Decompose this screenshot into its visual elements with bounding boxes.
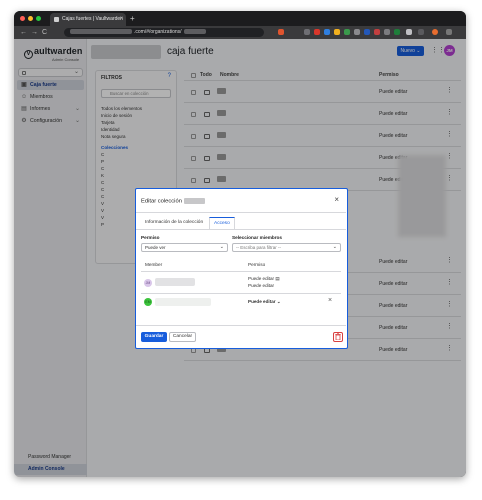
dialog-title-text: Editar colección — [141, 198, 182, 205]
minimize-window-button[interactable] — [28, 16, 33, 21]
info-icon: ▤ — [275, 276, 280, 281]
extension-icon[interactable] — [364, 29, 370, 35]
extension-icon[interactable] — [406, 29, 412, 35]
close-icon[interactable]: × — [334, 195, 339, 204]
tab-collection-info[interactable]: Información de la colección — [141, 217, 207, 229]
close-window-button[interactable] — [20, 16, 25, 21]
profile-avatar[interactable] — [432, 29, 438, 35]
browser-tab[interactable]: Cajas fuertes | Vaultwarden × — [50, 13, 126, 26]
extension-icon[interactable] — [374, 29, 380, 35]
column-member: Member — [145, 262, 163, 267]
column-permission: Permiso — [248, 262, 266, 267]
reload-icon[interactable]: C — [42, 28, 47, 37]
address-bar-url: .com/#/organizations/ — [134, 29, 182, 35]
delete-icon[interactable] — [333, 332, 343, 342]
member-row: JM Puede editar ▤ Puede editar — [141, 272, 341, 294]
new-tab-button[interactable]: + — [130, 13, 135, 24]
forward-icon[interactable]: → — [31, 28, 38, 37]
avatar: JM — [144, 279, 152, 287]
extension-icon[interactable] — [278, 29, 284, 35]
member-name-redacted — [155, 298, 211, 306]
browser-menu-icon[interactable] — [446, 29, 452, 35]
edit-collection-dialog: Editar colección × Información de la col… — [135, 188, 348, 349]
permission-select-value: Puede ver — [145, 245, 166, 250]
chevron-down-icon: ⌄ — [276, 299, 281, 304]
extension-icon[interactable] — [304, 29, 310, 35]
dialog-title: Editar colección — [141, 198, 205, 205]
member-permission-secondary: Puede editar — [248, 283, 275, 288]
chevron-down-icon: ⌄ — [219, 244, 224, 250]
url-redacted — [183, 29, 206, 35]
permission-select[interactable]: Puede ver ⌄ — [141, 243, 228, 252]
cancel-button[interactable]: Cancelar — [169, 332, 196, 342]
member-permission-text: Puede editar — [248, 276, 275, 281]
browser-toolbar: ← → C .com/#/organizations/ — [14, 26, 466, 39]
back-icon[interactable]: ← — [20, 28, 27, 37]
member-filter-input[interactable]: -- Escriba para filtrar -- ⌄ — [232, 243, 341, 252]
member-filter-placeholder: -- Escriba para filtrar -- — [236, 245, 282, 250]
trash-icon — [335, 333, 341, 341]
extension-icon[interactable] — [344, 29, 350, 35]
avatar: EM — [144, 298, 152, 306]
divider — [136, 229, 346, 230]
divider — [136, 325, 346, 326]
member-row: EM Puede editar ⌄ × — [141, 294, 341, 310]
extension-icon[interactable] — [314, 29, 320, 35]
vaultwarden-favicon-icon — [54, 17, 59, 22]
member-permission-dropdown[interactable]: Puede editar ⌄ — [248, 299, 281, 305]
member-permission: Puede editar ▤ — [248, 276, 280, 282]
extension-icon[interactable] — [354, 29, 360, 35]
select-members-label: Seleccionar miembros — [232, 235, 283, 240]
extension-icon[interactable] — [324, 29, 330, 35]
browser-window: Cajas fuertes | Vaultwarden × + ← → C .c… — [14, 11, 466, 477]
collection-name-redacted — [183, 198, 205, 204]
member-name-redacted — [155, 278, 195, 286]
address-bar[interactable]: .com/#/organizations/ — [64, 28, 264, 37]
browser-tab-bar: Cajas fuertes | Vaultwarden × + — [14, 11, 466, 26]
permission-label: Permiso — [141, 235, 160, 240]
maximize-window-button[interactable] — [36, 16, 41, 21]
extension-icon[interactable] — [384, 29, 390, 35]
url-redacted — [70, 29, 132, 35]
extension-icon[interactable] — [418, 29, 424, 35]
save-button[interactable]: Guardar — [141, 332, 167, 342]
remove-member-icon[interactable]: × — [328, 297, 332, 304]
vaultwarden-app: Vaultwarden Admin Console ⌄ ▣ Caja fuert… — [14, 39, 466, 477]
tab-close-icon[interactable]: × — [119, 13, 123, 26]
extension-icon[interactable] — [394, 29, 400, 35]
chevron-down-icon: ⌄ — [332, 244, 337, 250]
tab-access[interactable]: Acceso — [209, 217, 235, 229]
divider — [136, 212, 346, 213]
member-permission-text: Puede editar — [248, 299, 276, 304]
browser-tab-title: Cajas fuertes | Vaultwarden — [62, 16, 123, 22]
extension-icon[interactable] — [334, 29, 340, 35]
